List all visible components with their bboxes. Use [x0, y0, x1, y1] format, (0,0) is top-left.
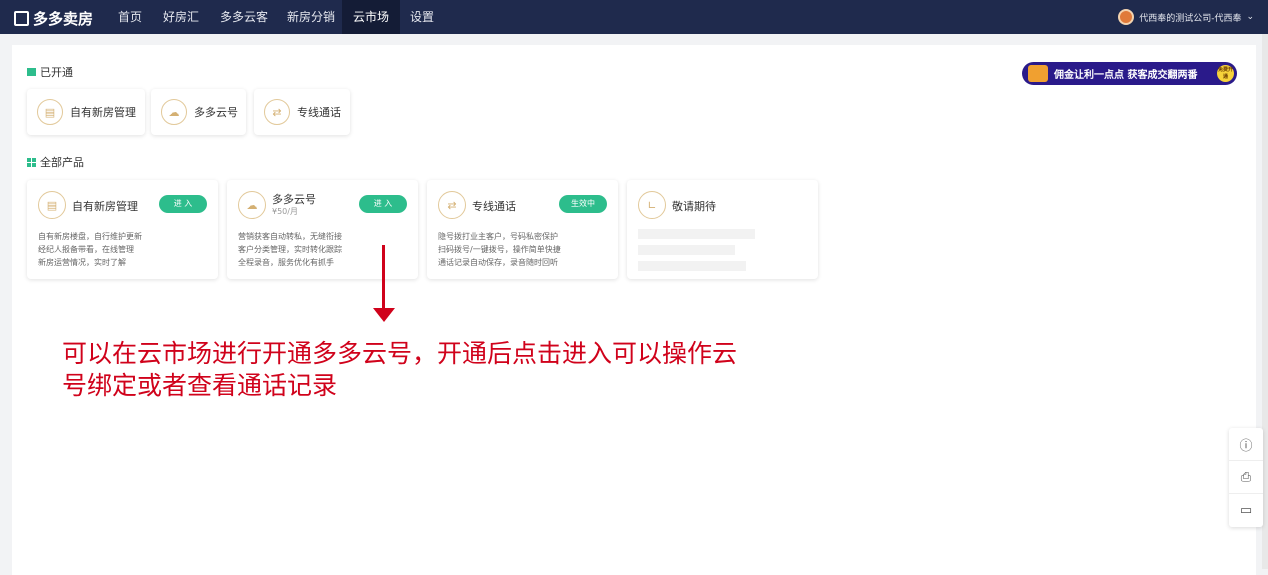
- printer-icon[interactable]: ⎙: [1229, 461, 1263, 494]
- opened-item-dedicated-call[interactable]: ⇄ 专线通话: [254, 89, 350, 135]
- gift-icon: [1028, 65, 1048, 82]
- nav-haofanghui[interactable]: 好房汇: [152, 0, 210, 34]
- house-doc-icon: ▤: [37, 99, 63, 125]
- card-title: 自有新房管理: [72, 200, 138, 213]
- house-doc-icon: ▤: [38, 191, 66, 219]
- grid-icon: [27, 157, 36, 167]
- logo-text: 多多卖房: [33, 10, 94, 28]
- logo[interactable]: 多多卖房: [14, 8, 93, 29]
- nav-new-house-distribution[interactable]: 新房分销: [276, 0, 346, 34]
- monitor-icon[interactable]: ▭: [1229, 494, 1263, 527]
- product-card-dedicated-call: ⇄ 专线通话 生效中 隐号拨打业主客户，号码私密保护 扫码拨号/一键拨号，操作简单…: [427, 180, 618, 279]
- cloud-icon: ☁: [161, 99, 187, 125]
- nav-duoduoyunke[interactable]: 多多云客: [209, 0, 279, 34]
- cloud-icon: ☁: [238, 191, 266, 219]
- line-icon: ⇄: [264, 99, 290, 125]
- item-label: 专线通话: [297, 106, 341, 119]
- active-status-badge: 生效中: [559, 195, 607, 213]
- card-desc: 隐号拨打业主客户，号码私密保护 扫码拨号/一键拨号，操作简单快捷 通话记录自动保存，…: [438, 232, 561, 267]
- nav-cloud-market[interactable]: 云市场: [342, 0, 401, 34]
- top-nav: 多多卖房 首页 好房汇 多多云客 新房分销 云市场 设置 代西奉的测试公司-代西…: [0, 0, 1268, 34]
- floating-toolbar: ⓘ ⎙ ▭: [1229, 428, 1263, 527]
- line-icon: ⇄: [438, 191, 466, 219]
- chevron-down-icon: ⌄: [1246, 12, 1254, 22]
- section-title: 已开通: [40, 66, 73, 79]
- section-all-products: 全部产品: [27, 154, 84, 170]
- skeleton-line: [638, 245, 735, 255]
- logo-icon: [14, 11, 29, 26]
- nav-settings[interactable]: 设置: [399, 0, 445, 34]
- card-desc: 自有新房楼盘，自行维护更新 经纪人报备带看，在线管理 新房运营情况，实时了解: [38, 232, 142, 267]
- flag-icon: [27, 68, 36, 76]
- banner-text: 佣金让利一点点 获客成交翻两番: [1054, 70, 1198, 81]
- annotation-text: 可以在云市场进行开通多多云号，开通后点击进入可以操作云号绑定或者查看通话记录: [62, 339, 738, 400]
- section-title: 全部产品: [40, 156, 84, 169]
- clock-icon: ∟: [638, 191, 666, 219]
- user-menu[interactable]: 代西奉的测试公司-代西奉 ⌄: [1118, 9, 1254, 25]
- card-title: 敬请期待: [672, 200, 716, 213]
- enter-button[interactable]: 进 入: [159, 195, 207, 213]
- item-label: 自有新房管理: [70, 106, 136, 119]
- annotation-arrowhead: [373, 308, 395, 322]
- card-desc: 营销获客自动转私，无缝衔接 客户分类管理，实时转化跟踪 全程录音，服务优化有抓手: [238, 232, 342, 267]
- help-icon[interactable]: ⓘ: [1229, 428, 1263, 461]
- annotation-arrow: [382, 245, 385, 310]
- user-name: 代西奉的测试公司-代西奉: [1139, 13, 1242, 24]
- avatar: [1118, 9, 1135, 25]
- promo-banner[interactable]: 佣金让利一点点 获客成交翻两番 免费开通: [1022, 62, 1237, 85]
- skeleton-line: [638, 229, 755, 239]
- enter-button[interactable]: 进 入: [359, 195, 407, 213]
- card-title: 专线通话: [472, 200, 516, 213]
- item-label: 多多云号: [194, 106, 238, 119]
- skeleton-line: [638, 261, 746, 271]
- product-card-cloud-number: ☁ 多多云号 ¥50/月 进 入 营销获客自动转私，无缝衔接 客户分类管理，实时转…: [227, 180, 418, 279]
- card-price: ¥50/月: [272, 207, 298, 216]
- product-card-own-house: ▤ 自有新房管理 进 入 自有新房楼盘，自行维护更新 经纪人报备带看，在线管理 新房…: [27, 180, 218, 279]
- product-card-coming-soon: ∟ 敬请期待: [627, 180, 818, 279]
- section-opened: 已开通: [27, 64, 73, 80]
- opened-item-own-house[interactable]: ▤ 自有新房管理: [27, 89, 145, 135]
- card-title: 多多云号: [272, 193, 316, 206]
- free-open-badge[interactable]: 免费开通: [1217, 65, 1234, 82]
- opened-item-cloud-number[interactable]: ☁ 多多云号: [151, 89, 246, 135]
- nav-home[interactable]: 首页: [107, 0, 153, 34]
